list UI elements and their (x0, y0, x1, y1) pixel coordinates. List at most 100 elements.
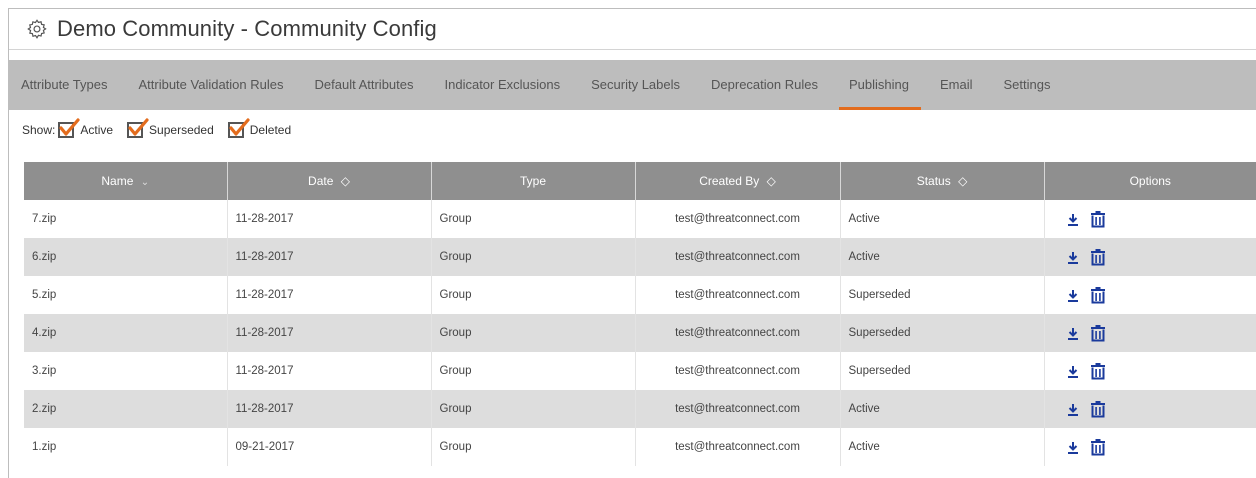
delete-icon[interactable] (1090, 248, 1106, 265)
tab-bar: Attribute Types Attribute Validation Rul… (9, 60, 1256, 110)
cell-type: Group (431, 390, 636, 428)
download-icon[interactable] (1065, 363, 1081, 379)
delete-icon[interactable] (1090, 286, 1106, 303)
tab-default-attributes[interactable]: Default Attributes (315, 60, 414, 110)
cell-created-by: test@threatconnect.com (635, 390, 841, 428)
table-row[interactable]: 1.zip 09-21-2017 Group test@threatconnec… (24, 428, 1256, 466)
cell-created-by: test@threatconnect.com (635, 428, 841, 466)
cell-date: 11-28-2017 (227, 314, 432, 352)
cell-options (1044, 314, 1256, 352)
cell-date: 11-28-2017 (227, 276, 432, 314)
filter-active-label: Active (80, 123, 114, 137)
delete-icon[interactable] (1090, 210, 1106, 227)
cell-date: 11-28-2017 (227, 352, 432, 390)
column-header-label: Options (1129, 174, 1171, 188)
filter-superseded-label: Superseded (149, 123, 214, 137)
delete-icon[interactable] (1090, 362, 1106, 379)
cell-options (1044, 200, 1256, 238)
table-row[interactable]: 7.zip 11-28-2017 Group test@threatconnec… (24, 200, 1256, 238)
tab-attribute-types[interactable]: Attribute Types (21, 60, 107, 110)
column-header-options: Options (1044, 162, 1256, 200)
table-header-row: Name ⌄ Date ◇ Type Created By ◇ Status ◇… (24, 162, 1256, 200)
cell-status: Active (840, 390, 1045, 428)
checkbox-checked-icon[interactable] (58, 118, 80, 138)
cell-options (1044, 238, 1256, 276)
cell-name: 5.zip (24, 276, 228, 314)
gear-icon (26, 18, 48, 40)
cell-options (1044, 352, 1256, 390)
cell-type: Group (431, 276, 636, 314)
tab-settings[interactable]: Settings (1003, 60, 1050, 110)
cell-status: Active (840, 200, 1045, 238)
table-row[interactable]: 3.zip 11-28-2017 Group test@threatconnec… (24, 352, 1256, 390)
cell-date: 11-28-2017 (227, 390, 432, 428)
tab-deprecation-rules[interactable]: Deprecation Rules (711, 60, 818, 110)
column-header-label: Created By (699, 174, 760, 188)
cell-status: Active (840, 238, 1045, 276)
column-header-type: Type (431, 162, 636, 200)
download-icon[interactable] (1065, 211, 1081, 227)
tab-indicator-exclusions[interactable]: Indicator Exclusions (445, 60, 561, 110)
cell-type: Group (431, 314, 636, 352)
sort-icon[interactable]: ◇ (341, 174, 350, 188)
delete-icon[interactable] (1090, 438, 1106, 455)
filter-deleted-label: Deleted (249, 123, 292, 137)
table-row[interactable]: 4.zip 11-28-2017 Group test@threatconnec… (24, 314, 1256, 352)
sort-icon[interactable]: ◇ (958, 174, 967, 188)
cell-date: 09-21-2017 (227, 428, 432, 466)
cell-status: Active (840, 428, 1045, 466)
table-row[interactable]: 5.zip 11-28-2017 Group test@threatconnec… (24, 276, 1256, 314)
cell-created-by: test@threatconnect.com (635, 352, 841, 390)
page-title: Demo Community - Community Config (57, 16, 437, 41)
show-label: Show: (22, 123, 56, 137)
download-icon[interactable] (1065, 325, 1081, 341)
table-row[interactable]: 6.zip 11-28-2017 Group test@threatconnec… (24, 238, 1256, 276)
cell-type: Group (431, 238, 636, 276)
column-header-date[interactable]: Date ◇ (227, 162, 432, 200)
tab-email[interactable]: Email (940, 60, 973, 110)
filter-superseded-checkbox[interactable]: Superseded (127, 118, 214, 138)
chevron-down-icon[interactable]: ⌄ (141, 177, 149, 188)
download-icon[interactable] (1065, 439, 1081, 455)
column-header-label: Status (916, 174, 951, 188)
column-header-label: Date (308, 174, 334, 188)
cell-type: Group (431, 352, 636, 390)
column-header-label: Type (519, 174, 546, 188)
sort-icon[interactable]: ◇ (767, 174, 776, 188)
cell-name: 7.zip (24, 200, 228, 238)
cell-name: 3.zip (24, 352, 228, 390)
title-bar: Demo Community - Community Config (9, 9, 1256, 50)
delete-icon[interactable] (1090, 324, 1106, 341)
cell-created-by: test@threatconnect.com (635, 200, 841, 238)
table-row[interactable]: 2.zip 11-28-2017 Group test@threatconnec… (24, 390, 1256, 428)
cell-options (1044, 390, 1256, 428)
cell-date: 11-28-2017 (227, 238, 432, 276)
column-header-created-by[interactable]: Created By ◇ (635, 162, 841, 200)
cell-name: 6.zip (24, 238, 228, 276)
download-icon[interactable] (1065, 287, 1081, 303)
column-header-label: Name (101, 174, 134, 188)
checkbox-checked-icon[interactable] (227, 118, 250, 138)
tab-attribute-validation-rules[interactable]: Attribute Validation Rules (138, 60, 283, 110)
show-filter: Show: Active Superseded Deleted (22, 118, 305, 138)
column-header-status[interactable]: Status ◇ (840, 162, 1045, 200)
checkbox-checked-icon[interactable] (127, 118, 149, 138)
publishing-table: Name ⌄ Date ◇ Type Created By ◇ Status ◇… (24, 162, 1256, 466)
cell-name: 1.zip (24, 428, 228, 466)
filter-deleted-checkbox[interactable]: Deleted (227, 118, 292, 138)
filter-active-checkbox[interactable]: Active (58, 118, 114, 138)
cell-status: Superseded (840, 276, 1045, 314)
cell-status: Superseded (840, 314, 1045, 352)
cell-status: Superseded (840, 352, 1045, 390)
cell-options (1044, 428, 1256, 466)
tab-publishing[interactable]: Publishing (838, 60, 921, 110)
download-icon[interactable] (1065, 249, 1081, 265)
cell-name: 4.zip (24, 314, 228, 352)
tab-security-labels[interactable]: Security Labels (591, 60, 680, 110)
cell-date: 11-28-2017 (227, 200, 432, 238)
cell-type: Group (431, 200, 636, 238)
delete-icon[interactable] (1090, 400, 1106, 417)
download-icon[interactable] (1065, 401, 1081, 417)
column-header-name[interactable]: Name ⌄ (24, 162, 228, 200)
cell-created-by: test@threatconnect.com (635, 238, 841, 276)
